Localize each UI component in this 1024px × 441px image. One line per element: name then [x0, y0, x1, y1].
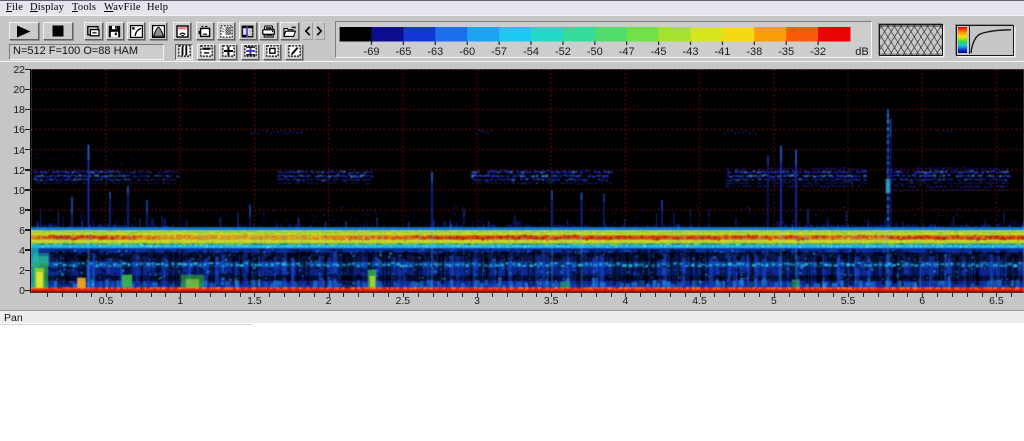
svg-text:-52: -52	[555, 46, 571, 58]
svg-text:-47: -47	[619, 46, 635, 58]
svg-text:-41: -41	[714, 46, 730, 58]
svg-text:-45: -45	[651, 46, 667, 58]
svg-text:-54: -54	[523, 46, 539, 58]
svg-text:-57: -57	[491, 46, 507, 58]
svg-text:-65: -65	[395, 46, 411, 58]
svg-text:-35: -35	[778, 46, 794, 58]
svg-text:-69: -69	[364, 46, 380, 58]
svg-text:S: S	[249, 28, 254, 37]
svg-text:-60: -60	[459, 46, 475, 58]
svg-text:-63: -63	[427, 46, 443, 58]
svg-text:-50: -50	[587, 46, 603, 58]
svg-text:dB: dB	[855, 46, 868, 58]
svg-text:-43: -43	[683, 46, 699, 58]
svg-text:-38: -38	[746, 46, 762, 58]
svg-text:-32: -32	[810, 46, 826, 58]
